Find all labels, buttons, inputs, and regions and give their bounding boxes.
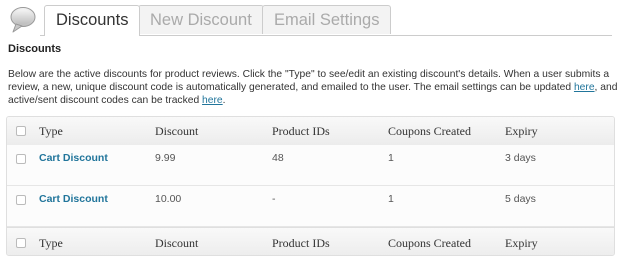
section-title: Discounts xyxy=(8,43,62,55)
discount-type-link[interactable]: Cart Discount xyxy=(39,193,108,205)
table-row: Cart Discount 9.99 48 1 3 days xyxy=(7,145,614,186)
discount-value: 10.00 xyxy=(155,193,182,205)
column-header-type[interactable]: Type xyxy=(39,236,63,251)
email-settings-link[interactable]: here xyxy=(574,82,595,93)
coupons-created: 1 xyxy=(388,152,394,164)
table-footer: Type Discount Product IDs Coupons Create… xyxy=(7,227,614,255)
column-header-expiry[interactable]: Expiry xyxy=(505,236,538,251)
tab-new-discount[interactable]: New Discount xyxy=(138,5,264,34)
expiry: 3 days xyxy=(505,152,536,164)
column-header-product-ids[interactable]: Product IDs xyxy=(272,236,330,251)
product-ids: - xyxy=(272,193,276,205)
select-all-checkbox[interactable] xyxy=(16,126,26,136)
coupons-created: 1 xyxy=(388,193,394,205)
discount-type-link[interactable]: Cart Discount xyxy=(39,152,108,164)
column-header-discount[interactable]: Discount xyxy=(155,124,198,139)
table-header: Type Discount Product IDs Coupons Create… xyxy=(7,117,614,146)
discounts-table: Type Discount Product IDs Coupons Create… xyxy=(6,116,615,256)
column-header-coupons-created[interactable]: Coupons Created xyxy=(388,236,471,251)
product-ids: 48 xyxy=(272,152,284,164)
tab-bar: Discounts New Discount Email Settings xyxy=(40,5,612,36)
column-header-expiry[interactable]: Expiry xyxy=(505,124,538,139)
column-header-type[interactable]: Type xyxy=(39,124,63,139)
select-all-checkbox[interactable] xyxy=(16,238,26,248)
row-checkbox[interactable] xyxy=(16,154,26,164)
expiry: 5 days xyxy=(505,193,536,205)
column-header-coupons-created[interactable]: Coupons Created xyxy=(388,124,471,139)
discount-value: 9.99 xyxy=(155,152,176,164)
table-row: Cart Discount 10.00 - 1 5 days xyxy=(7,186,614,227)
column-header-discount[interactable]: Discount xyxy=(155,236,198,251)
tab-email-settings[interactable]: Email Settings xyxy=(262,5,392,34)
tracking-link[interactable]: here xyxy=(202,95,223,106)
description: Below are the active discounts for produ… xyxy=(8,68,618,107)
description-text: . xyxy=(222,95,226,106)
column-header-product-ids[interactable]: Product IDs xyxy=(272,124,330,139)
description-text: Below are the active discounts for produ… xyxy=(8,69,610,93)
tab-discounts[interactable]: Discounts xyxy=(44,5,141,36)
comments-icon xyxy=(8,5,40,35)
row-checkbox[interactable] xyxy=(16,195,26,205)
